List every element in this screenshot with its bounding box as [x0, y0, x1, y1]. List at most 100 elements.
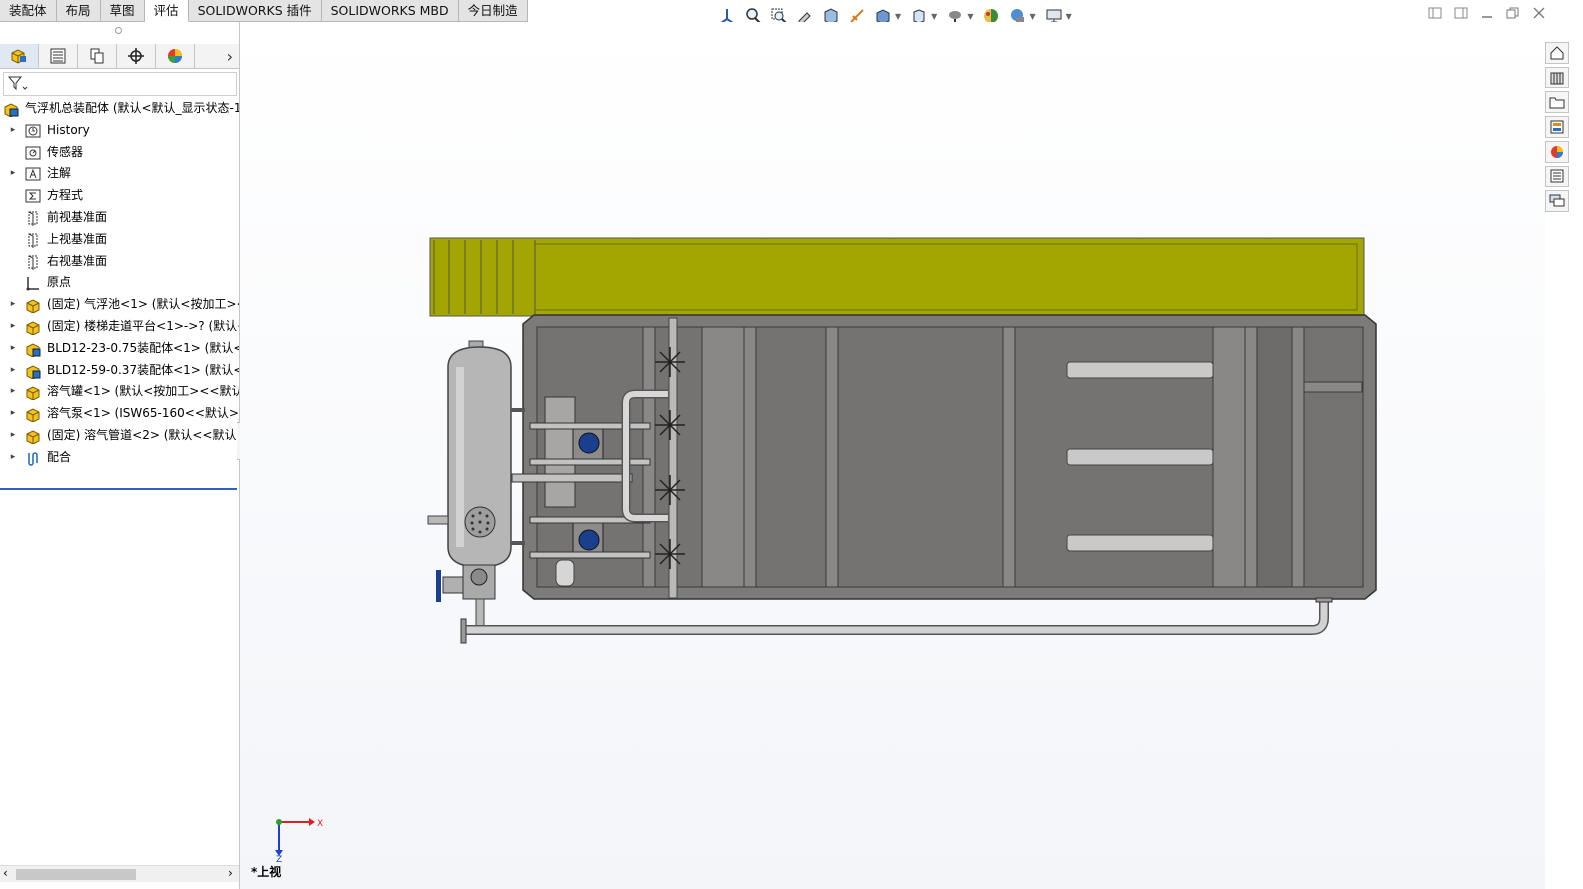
- tree-item[interactable]: 前视基准面: [0, 207, 239, 229]
- expand-arrow-icon[interactable]: ▸: [8, 360, 18, 382]
- tree-item[interactable]: ▸ 注解: [0, 163, 239, 185]
- tree-item[interactable]: 原点: [0, 272, 239, 294]
- tree-item[interactable]: 上视基准面: [0, 229, 239, 251]
- feature-tree: 气浮机总装配体 (默认<默认_显示状态-1 ▸ History 传感器 ▸ 注解 方程式 前视…: [0, 98, 239, 469]
- graphics-area[interactable]: X Z: [240, 22, 1545, 889]
- expand-arrow-icon[interactable]: ▸: [8, 381, 18, 403]
- return-pipe: [464, 600, 1329, 635]
- configurationmanager-icon[interactable]: [78, 44, 117, 68]
- view-palette-icon[interactable]: [1545, 116, 1569, 138]
- expand-arrow-icon[interactable]: ▸: [8, 316, 18, 338]
- expand-arrow-icon[interactable]: ▸: [8, 338, 18, 360]
- tab-0[interactable]: 装配体: [0, 0, 57, 22]
- mates-icon: [25, 450, 41, 466]
- air-tank-gloss: [456, 367, 464, 547]
- close-icon[interactable]: [1531, 6, 1547, 20]
- solidworks-resources-icon[interactable]: [1545, 42, 1569, 64]
- tab-1[interactable]: 布局: [56, 0, 101, 22]
- tree-item-label: BLD12-23-0.75装配体<1> (默认<默: [47, 340, 239, 355]
- root-icon: [3, 101, 19, 118]
- part-icon: [25, 428, 41, 445]
- view-orientation-label: *上视: [251, 865, 282, 879]
- restore-icon[interactable]: [1505, 6, 1521, 20]
- propertymanager-icon[interactable]: [39, 44, 78, 68]
- dimxpert-icon[interactable]: [117, 44, 156, 68]
- tree-item-label: 溶气罐<1> (默认<按加工><<默认: [47, 384, 239, 399]
- tab-5[interactable]: SOLIDWORKS MBD: [321, 0, 459, 22]
- tab-4[interactable]: SOLIDWORKS 插件: [188, 0, 322, 22]
- tree-item[interactable]: ▸ 溶气罐<1> (默认<按加工><<默认: [0, 381, 239, 403]
- coordinate-triad: X Z: [275, 818, 323, 862]
- chevron-right-icon[interactable]: ›: [195, 44, 239, 68]
- pump-motor-2: [578, 529, 600, 551]
- return-pipe-top-flange: [1315, 597, 1333, 603]
- filter-icon[interactable]: [6, 74, 28, 94]
- tile-left-icon[interactable]: [1427, 6, 1443, 20]
- tank-partitions: [642, 326, 1363, 588]
- tree-filter-bar[interactable]: [3, 72, 237, 96]
- pump-valve-body: [442, 576, 464, 594]
- plane-icon: [25, 232, 41, 248]
- appearances-icon[interactable]: [1545, 140, 1569, 163]
- tree-item[interactable]: ▸ History: [0, 120, 239, 142]
- tree-item-label: 注解: [47, 166, 72, 181]
- expand-arrow-icon[interactable]: ▸: [8, 294, 18, 316]
- air-tank-outlet-2: [511, 541, 525, 545]
- sensor-icon: [25, 145, 41, 161]
- manager-tabs: ›: [0, 44, 239, 69]
- tree-item-label: BLD12-59-0.37装配体<1> (默认<默: [47, 362, 239, 377]
- tree-item[interactable]: ▸ BLD12-59-0.37装配体<1> (默认<默: [0, 360, 239, 382]
- tile-right-icon[interactable]: [1453, 6, 1469, 20]
- scroll-left-icon[interactable]: ‹: [3, 866, 8, 880]
- panel-grip[interactable]: [115, 27, 122, 34]
- file-explorer-icon[interactable]: [1545, 91, 1569, 114]
- part-icon: [25, 406, 41, 423]
- model-drawing[interactable]: [240, 22, 1545, 889]
- scroll-right-icon[interactable]: ›: [228, 866, 233, 880]
- tree-item-label: History: [47, 122, 90, 137]
- tree-item-label: (固定) 楼梯走道平台<1>->? (默认<: [47, 318, 239, 333]
- tree-item[interactable]: ▸ (固定) 楼梯走道平台<1>->? (默认<: [0, 316, 239, 338]
- tree-item-label: 配合: [47, 449, 72, 464]
- expand-arrow-icon[interactable]: ▸: [8, 403, 18, 425]
- custom-properties-icon[interactable]: [1545, 165, 1569, 188]
- featuremanager-icon[interactable]: [0, 44, 39, 68]
- assembly-icon: [25, 363, 41, 380]
- rollback-bar[interactable]: [0, 488, 237, 490]
- tree-root-assembly[interactable]: 气浮机总装配体 (默认<默认_显示状态-1: [0, 98, 239, 120]
- expand-arrow-icon[interactable]: ▸: [8, 447, 18, 469]
- tree-item[interactable]: 方程式: [0, 185, 239, 207]
- return-pipe-flange: [460, 618, 467, 644]
- forum-icon[interactable]: [1545, 190, 1569, 213]
- tree-item[interactable]: ▸ BLD12-23-0.75装配体<1> (默认<默: [0, 338, 239, 360]
- tree-item-label: 上视基准面: [47, 231, 108, 246]
- task-pane: [1545, 42, 1569, 213]
- tree-item-label: 溶气泵<1> (ISW65-160<<默认>_显: [47, 406, 239, 421]
- tree-item[interactable]: 右视基准面: [0, 251, 239, 273]
- tab-6[interactable]: 今日制造: [458, 0, 528, 22]
- expand-arrow-icon[interactable]: ▸: [8, 425, 18, 447]
- tree-item-label: (固定) 气浮池<1> (默认<按加工><: [47, 297, 239, 312]
- display-manager-icon[interactable]: [156, 44, 195, 68]
- tab-2[interactable]: 草图: [100, 0, 145, 22]
- tree-item[interactable]: 传感器: [0, 142, 239, 164]
- expand-arrow-icon[interactable]: ▸: [8, 163, 18, 185]
- tree-item[interactable]: ▸ (固定) 气浮池<1> (默认<按加工><: [0, 294, 239, 316]
- history-icon: [25, 123, 41, 139]
- tab-3[interactable]: 评估: [144, 0, 189, 22]
- assembly-icon: [25, 341, 41, 358]
- horizontal-scrollbar[interactable]: ‹ ›: [0, 865, 239, 882]
- air-tank-nozzle: [427, 515, 449, 525]
- tree-item-label: 气浮机总装配体 (默认<默认_显示状态-1: [25, 101, 239, 115]
- small-drum: [555, 559, 575, 587]
- expand-arrow-icon[interactable]: ▸: [8, 120, 18, 142]
- tree-item[interactable]: ▸ 配合: [0, 447, 239, 469]
- plane-icon: [25, 210, 41, 226]
- part-icon: [25, 319, 41, 336]
- tree-item[interactable]: ▸ 溶气泵<1> (ISW65-160<<默认>_显: [0, 403, 239, 425]
- minimize-icon[interactable]: [1479, 6, 1495, 20]
- scrollbar-thumb[interactable]: [16, 869, 136, 880]
- tree-item-label: (固定) 溶气管道<2> (默认<<默认>: [47, 427, 239, 442]
- tree-item[interactable]: ▸ (固定) 溶气管道<2> (默认<<默认>: [0, 425, 239, 447]
- design-library-icon[interactable]: [1545, 66, 1569, 89]
